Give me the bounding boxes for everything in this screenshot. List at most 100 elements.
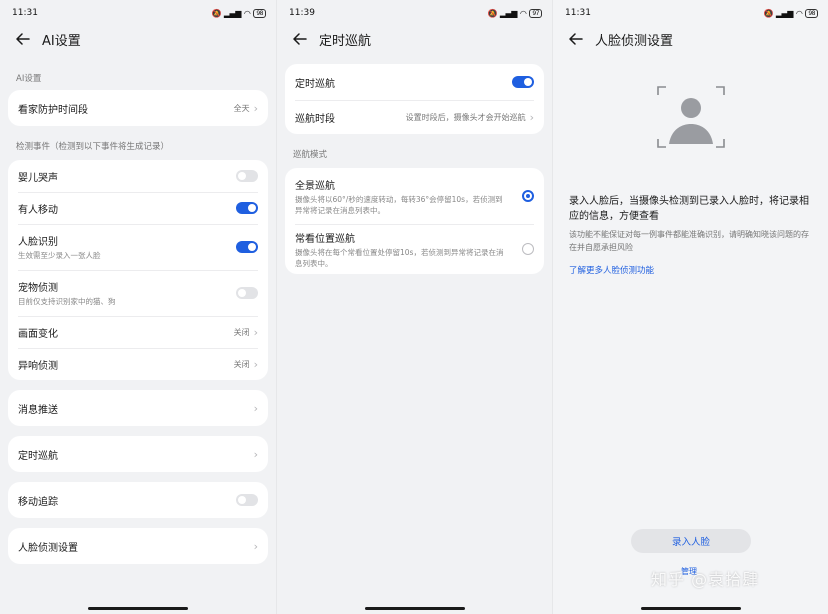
back-arrow-icon[interactable]	[291, 30, 309, 48]
cruise-label: 定时巡航	[18, 450, 58, 462]
page-title: 人脸侦测设置	[595, 33, 674, 49]
status-bar: 11:39 🔕 ▂▄▆ ◠ 97	[277, 0, 552, 26]
mute-icon: 🔕	[763, 8, 773, 18]
title-bar: 定时巡航	[277, 26, 552, 52]
status-bar: 11:31 🔕 ▂▄▆ ◠ 98	[0, 0, 276, 26]
home-protect-label: 看家防护时间段	[18, 104, 88, 116]
mute-icon: 🔕	[487, 8, 497, 18]
face-detect-settings-screen: 11:31 🔕 ▂▄▆ ◠ 98 人脸侦测设置 录入人脸后，当摄像头检测到已录入…	[552, 0, 828, 614]
cruise-settings-card: 定时巡航 巡航时段 设置时段后，摄像头才会开始巡航 ›	[285, 64, 544, 134]
status-time: 11:31	[565, 8, 591, 18]
wifi-icon: ◠	[243, 8, 251, 18]
event-row-face: 人脸识别 生效需至少录入一张人脸	[8, 224, 268, 270]
home-indicator[interactable]	[364, 607, 465, 610]
title-bar: AI设置	[0, 26, 276, 52]
home-protect-value: 全天	[233, 103, 250, 113]
tracking-card: 移动追踪	[8, 482, 268, 518]
home-protect-row[interactable]: 看家防护时间段 全天 ›	[8, 90, 268, 126]
face-settings-row[interactable]: 人脸侦测设置 ›	[8, 528, 268, 564]
abnormal-sound-label: 异响侦测	[18, 360, 58, 372]
section-label-events: 检测事件（检测到以下事件将生成记录）	[16, 142, 170, 152]
positions-radio[interactable]	[522, 243, 534, 255]
event-row-pet: 宠物侦测 目前仅支持识别家中的猫、狗	[8, 270, 268, 316]
cruise-screen: 11:39 🔕 ▂▄▆ ◠ 97 定时巡航 定时巡航 巡航时段 设置时段后，摄像…	[276, 0, 552, 614]
cruise-card: 定时巡航 ›	[8, 436, 268, 472]
battery-icon: 98	[253, 8, 266, 18]
push-card: 消息推送 ›	[8, 390, 268, 426]
scene-change-label: 画面变化	[18, 328, 58, 340]
signal-icon: ▂▄▆	[223, 8, 241, 18]
tracking-toggle[interactable]	[236, 494, 258, 506]
signal-icon: ▂▄▆	[775, 8, 793, 18]
panorama-radio[interactable]	[522, 190, 534, 202]
face-detect-desc-title: 录入人脸后，当摄像头检测到已录入人脸时，将记录相应的信息，方便查看	[569, 196, 809, 222]
face-recognition-toggle[interactable]	[236, 241, 258, 253]
learn-more-link[interactable]: 了解更多人脸侦测功能	[553, 264, 828, 276]
face-recognition-label: 人脸识别	[18, 237, 58, 248]
face-recognition-sub: 生效需至少录入一张人脸	[18, 251, 101, 260]
status-icons: 🔕 ▂▄▆ ◠ 98	[763, 8, 818, 18]
face-illustration-area	[553, 52, 828, 182]
pet-detect-label: 宠物侦测	[18, 283, 58, 294]
panorama-label: 全景巡航	[295, 180, 335, 192]
mode-row-panorama[interactable]: 全景巡航 摄像头将以60°/秒的速度转动，每转36°会停留10s，若侦测到异常将…	[285, 168, 544, 224]
wifi-icon: ◠	[795, 8, 803, 18]
chevron-right-icon: ›	[253, 539, 258, 553]
cruise-toggle[interactable]	[512, 76, 534, 88]
event-row-scene[interactable]: 画面变化 关闭 ›	[8, 316, 268, 348]
panorama-desc: 摄像头将以60°/秒的速度转动，每转36°会停留10s，若侦测到异常将记录在消息…	[295, 194, 503, 215]
cruise-period-value: 设置时段后，摄像头才会开始巡航	[405, 112, 526, 122]
face-frame-icon	[656, 86, 725, 148]
chevron-right-icon: ›	[253, 401, 258, 415]
status-icons: 🔕 ▂▄▆ ◠ 97	[487, 8, 542, 18]
battery-icon: 98	[805, 8, 818, 18]
cruise-period-label: 巡航时段	[295, 113, 335, 125]
face-settings-label: 人脸侦测设置	[18, 542, 78, 554]
status-bar: 11:31 🔕 ▂▄▆ ◠ 98	[553, 0, 828, 26]
cruise-toggle-row: 定时巡航	[285, 64, 544, 100]
chevron-right-icon: ›	[253, 325, 258, 339]
back-arrow-icon[interactable]	[14, 30, 32, 48]
back-arrow-icon[interactable]	[567, 30, 585, 48]
abnormal-sound-value: 关闭	[233, 359, 250, 369]
mute-icon: 🔕	[211, 8, 221, 18]
section-label-ai: AI设置	[16, 74, 42, 84]
person-move-toggle[interactable]	[236, 202, 258, 214]
positions-label: 常看位置巡航	[295, 233, 355, 245]
cruise-row[interactable]: 定时巡航 ›	[8, 436, 268, 472]
event-row-sound[interactable]: 异响侦测 关闭 ›	[8, 348, 268, 380]
positions-desc: 摄像头将在每个常看位置处停留10s，若侦测到异常将记录在消息列表中。	[295, 247, 504, 268]
cruise-period-row[interactable]: 巡航时段 设置时段后，摄像头才会开始巡航 ›	[285, 100, 544, 134]
battery-icon: 97	[529, 8, 542, 18]
baby-cry-label: 婴儿哭声	[18, 172, 58, 184]
signal-icon: ▂▄▆	[499, 8, 517, 18]
push-row[interactable]: 消息推送 ›	[8, 390, 268, 426]
chevron-right-icon: ›	[253, 447, 258, 461]
cruise-toggle-label: 定时巡航	[295, 78, 335, 90]
cruise-mode-card: 全景巡航 摄像头将以60°/秒的速度转动，每转36°会停留10s，若侦测到异常将…	[285, 168, 544, 274]
page-title: AI设置	[42, 33, 81, 49]
home-indicator[interactable]	[88, 607, 188, 610]
baby-cry-toggle[interactable]	[236, 170, 258, 182]
status-icons: 🔕 ▂▄▆ ◠ 98	[211, 8, 266, 18]
chevron-right-icon: ›	[529, 110, 534, 124]
events-card: 婴儿哭声 有人移动 人脸识别 生效需至少录入一张人脸 宠物侦测 目前仅支持识别家…	[8, 160, 268, 380]
page-title: 定时巡航	[319, 33, 372, 49]
home-protect-card: 看家防护时间段 全天 ›	[8, 90, 268, 126]
ai-settings-screen: 11:31 🔕 ▂▄▆ ◠ 98 AI设置 AI设置 看家防护时间段 全天 › 检…	[0, 0, 276, 614]
person-move-label: 有人移动	[18, 204, 58, 216]
chevron-right-icon: ›	[253, 357, 258, 371]
home-indicator[interactable]	[640, 607, 741, 610]
face-detect-desc-body: 该功能不能保证对每一例事件都能准确识别，请明确知晓该问题的存在并自愿承担风险	[569, 230, 809, 252]
enroll-face-button[interactable]: 录入人脸	[631, 529, 751, 553]
pet-detect-toggle[interactable]	[236, 287, 258, 299]
push-label: 消息推送	[18, 404, 58, 416]
cruise-mode-label: 巡航模式	[293, 150, 328, 160]
watermark: 知乎 @袁拾肆	[651, 570, 760, 589]
scene-change-value: 关闭	[233, 327, 250, 337]
status-time: 11:39	[289, 8, 315, 18]
pet-detect-sub: 目前仅支持识别家中的猫、狗	[18, 297, 116, 306]
mode-row-positions[interactable]: 常看位置巡航 摄像头将在每个常看位置处停留10s，若侦测到异常将记录在消息列表中…	[285, 224, 544, 274]
status-time: 11:31	[12, 8, 38, 18]
title-bar: 人脸侦测设置	[553, 26, 828, 52]
